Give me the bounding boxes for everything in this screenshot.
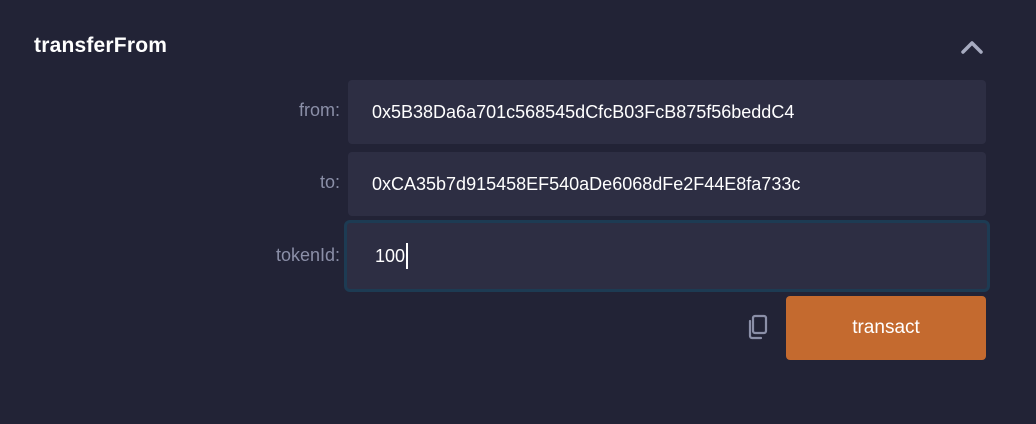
function-title: transferFrom	[34, 34, 168, 57]
to-value: 0xCA35b7d915458EF540aDe6068dFe2F44E8fa73…	[372, 173, 801, 194]
function-panel: transferFrom from: 0x5B38Da6a701c568545d…	[0, 0, 1036, 424]
tokenid-input[interactable]: 100	[344, 220, 990, 292]
tokenid-value: 100	[375, 245, 406, 266]
to-input[interactable]: 0xCA35b7d915458EF540aDe6068dFe2F44E8fa73…	[348, 152, 986, 216]
transact-button[interactable]: transact	[786, 296, 986, 360]
chevron-up-icon	[961, 41, 983, 54]
from-value: 0x5B38Da6a701c568545dCfcB03FcB875f56bedd…	[372, 101, 795, 122]
to-label: to:	[319, 172, 340, 192]
tokenid-label: tokenId:	[275, 245, 340, 265]
from-input[interactable]: 0x5B38Da6a701c568545dCfcB03FcB875f56bedd…	[348, 80, 986, 144]
collapse-button[interactable]	[958, 36, 986, 58]
copy-button[interactable]	[745, 313, 771, 341]
text-caret	[406, 243, 409, 269]
from-label: from:	[298, 100, 340, 120]
copy-icon	[748, 314, 768, 340]
